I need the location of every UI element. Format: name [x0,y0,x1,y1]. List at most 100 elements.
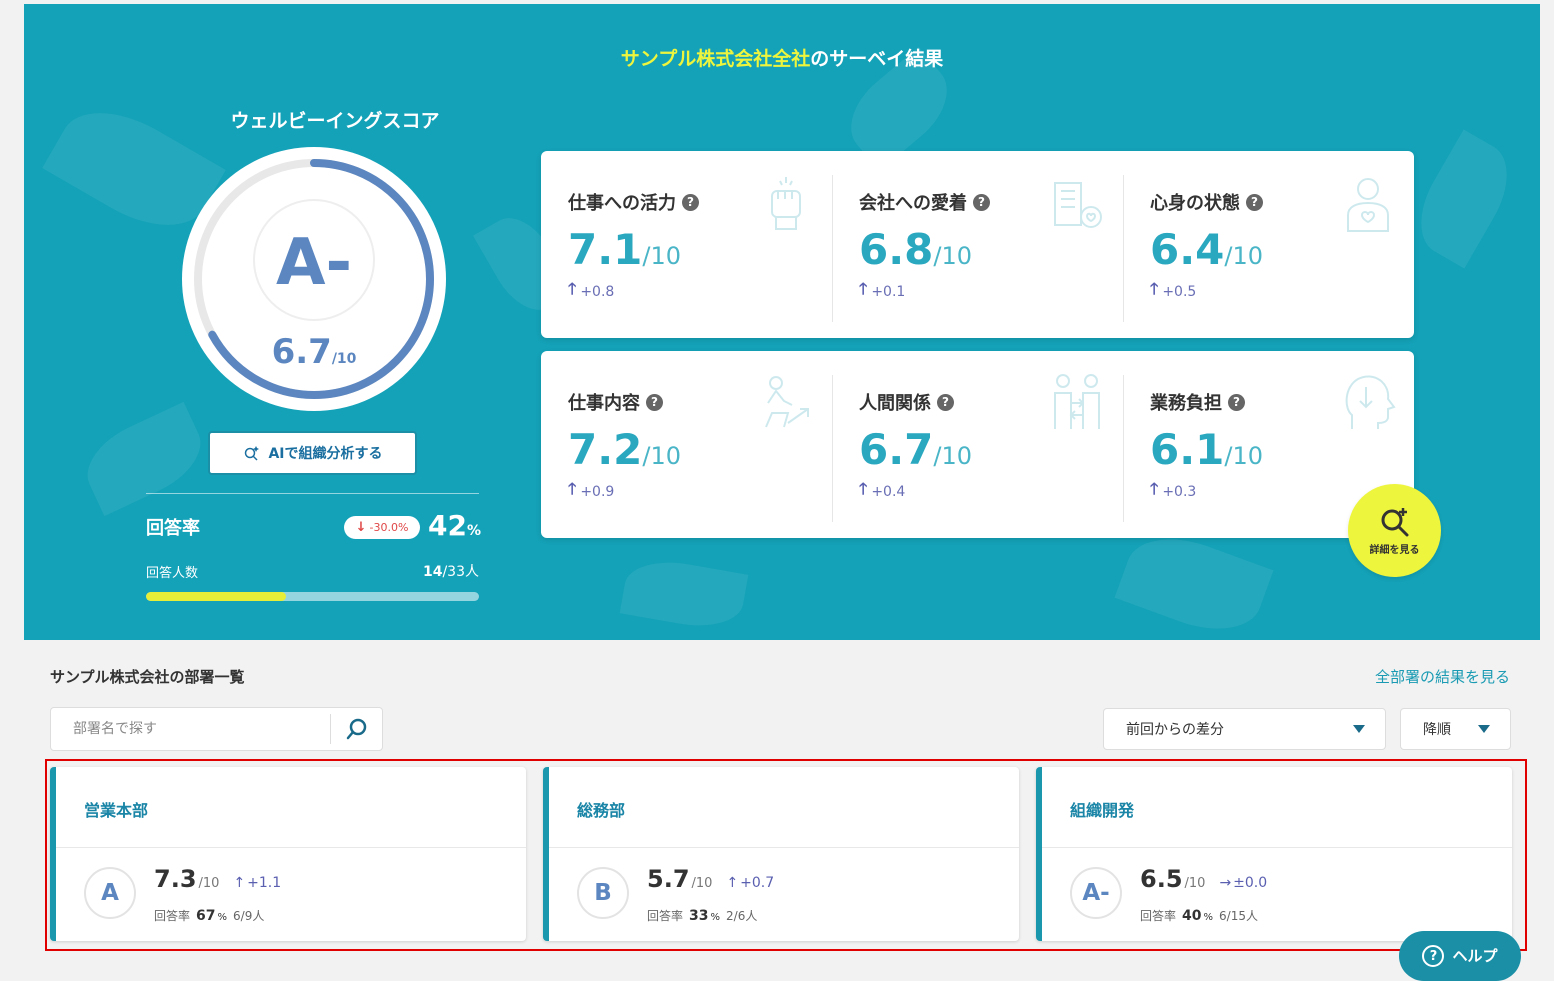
metric-score-max: /10 [1224,242,1264,270]
decorative-leaf [1403,129,1525,269]
metrics-card-bottom: 仕事内容? 7.2/10 🡑 +0.9 人間関係? 6.7/10 🡑 +0.4 業務… [541,351,1414,538]
department-score-value: 6.5 [1140,865,1183,893]
department-rate: 回答率 40% 6/15人 [1140,907,1258,924]
help-label: ヘルプ [1452,947,1498,965]
respondents-progress-bar [146,592,479,601]
department-card[interactable]: 総務部 B 5.7/10 ↑ +0.7 回答率 33% 2/6人 [543,767,1019,941]
metric-delta: 🡑 +0.9 [568,478,832,505]
department-name: 総務部 [577,801,626,820]
sort-order-value: 降順 [1423,722,1451,738]
metric-score-max: /10 [642,442,682,470]
search-button[interactable] [330,714,382,744]
wellbeing-score-value: 6.7 [271,332,332,372]
title-suffix: のサーベイ結果 [810,48,944,70]
metric-score-value: 7.2 [568,425,643,474]
help-icon[interactable]: ? [646,393,663,411]
help-icon[interactable]: ? [1228,393,1245,411]
metric-delta-value: +0.8 [580,283,615,300]
metric-score-max: /10 [1224,442,1264,470]
metric-delta-value: +0.9 [580,483,615,500]
help-icon[interactable]: ? [973,193,990,211]
wellbeing-score: 6.7/10 [180,332,448,372]
department-score: 5.7/10 ↑ +0.7 [647,865,774,893]
department-rate-unit: % [217,912,228,923]
response-rate-delta: -30.0% [369,521,409,534]
response-rate-unit: % [466,523,481,539]
department-rate-value: 40 [1182,908,1202,924]
metric-score-max: /10 [933,442,973,470]
department-rate-unit: % [1203,912,1214,923]
department-rate-label: 回答率 [154,909,191,923]
view-details-label: 詳細を見る [1369,545,1420,556]
decorative-leaf [619,554,749,634]
department-score-max: /10 [1184,876,1206,891]
metric-delta: 🡑 +0.4 [859,478,1123,505]
department-rate-unit: % [710,912,721,923]
metric-score-max: /10 [933,242,973,270]
metric-score-value: 6.4 [1150,225,1225,274]
help-icon[interactable]: ? [682,193,699,211]
department-score-value: 7.3 [154,865,197,893]
page-title: サンプル株式会社全社のサーベイ結果 [24,44,1540,71]
help-button[interactable]: ? ヘルプ [1399,931,1521,981]
metric-attachment: 会社への愛着? 6.8/10 🡑 +0.1 [832,151,1123,338]
metric-score-value: 6.1 [1150,425,1225,474]
department-score: 7.3/10 ↑ +1.1 [154,865,281,893]
ai-analysis-button[interactable]: AIで組織分析する [208,431,417,475]
metric-delta: 🡑 +0.5 [1150,278,1414,305]
arrow-up-icon: ↑ [233,875,246,891]
department-rate-value: 67 [196,908,216,924]
department-list-title: サンプル株式会社の部署一覧 [50,668,245,686]
department-delta: ±0.0 [1233,875,1268,891]
department-rate-value: 33 [689,908,709,924]
help-icon[interactable]: ? [937,393,954,411]
response-rate-number: 42 [428,509,467,542]
respondents-progress-fill [146,592,286,601]
wellbeing-score-max: /10 [331,351,357,367]
metric-score-value: 6.8 [859,225,934,274]
fist-icon [771,177,801,230]
response-rate-label: 回答率 [146,518,200,539]
department-name: 組織開発 [1070,801,1135,820]
department-search-input[interactable] [51,708,330,750]
arrow-up-icon: 🡑 [1150,479,1159,498]
respondents-total: /33人 [442,564,479,580]
wellbeing-grade: A- [275,226,353,300]
sort-order-select[interactable]: 降順 [1400,708,1511,750]
department-score-value: 5.7 [647,865,690,893]
metric-delta: 🡑 +0.8 [568,278,832,305]
view-details-button[interactable]: 詳細を見る [1348,484,1441,577]
divider [549,847,1019,848]
sort-field-select[interactable]: 前回からの差分 [1103,708,1386,750]
ai-sparkle-icon [245,446,260,461]
department-card[interactable]: 組織開発 A- 6.5/10 → ±0.0 回答率 40% 6/15人 [1036,767,1512,941]
metric-label: 業務負担 [1150,393,1222,414]
department-rate: 回答率 33% 2/6人 [647,907,757,924]
metric-score-max: /10 [642,242,682,270]
zoom-plus-icon [1381,508,1408,537]
department-delta: +0.7 [740,875,775,891]
metric-delta-value: +0.4 [871,483,906,500]
respondents-value: 14/33人 [324,561,479,581]
metric-label: 人間関係 [859,393,931,414]
department-score-max: /10 [691,876,713,891]
department-rate-label: 回答率 [1140,909,1177,923]
arrow-up-icon: 🡑 [1150,279,1159,298]
person-growth-icon [765,376,809,428]
metric-delta-value: +0.3 [1162,483,1197,500]
divider [56,847,526,848]
arrow-up-icon: 🡑 [568,279,577,298]
department-count: 6/15人 [1219,909,1258,923]
department-grade: A- [1070,867,1122,919]
department-score: 6.5/10 → ±0.0 [1140,865,1267,893]
chevron-down-icon [1353,725,1365,733]
metric-relationships: 人間関係? 6.7/10 🡑 +0.4 [832,351,1123,538]
respondents-label: 回答人数 [146,566,199,581]
view-all-departments-link[interactable]: 全部署の結果を見る [1375,666,1510,687]
decorative-leaf [74,401,214,517]
metric-label: 心身の状態 [1150,193,1240,214]
metric-job-content: 仕事内容? 7.2/10 🡑 +0.9 [541,351,832,538]
help-icon[interactable]: ? [1246,193,1263,211]
department-delta: +1.1 [247,875,282,891]
department-card[interactable]: 営業本部 A 7.3/10 ↑ +1.1 回答率 67% 6/9人 [50,767,526,941]
